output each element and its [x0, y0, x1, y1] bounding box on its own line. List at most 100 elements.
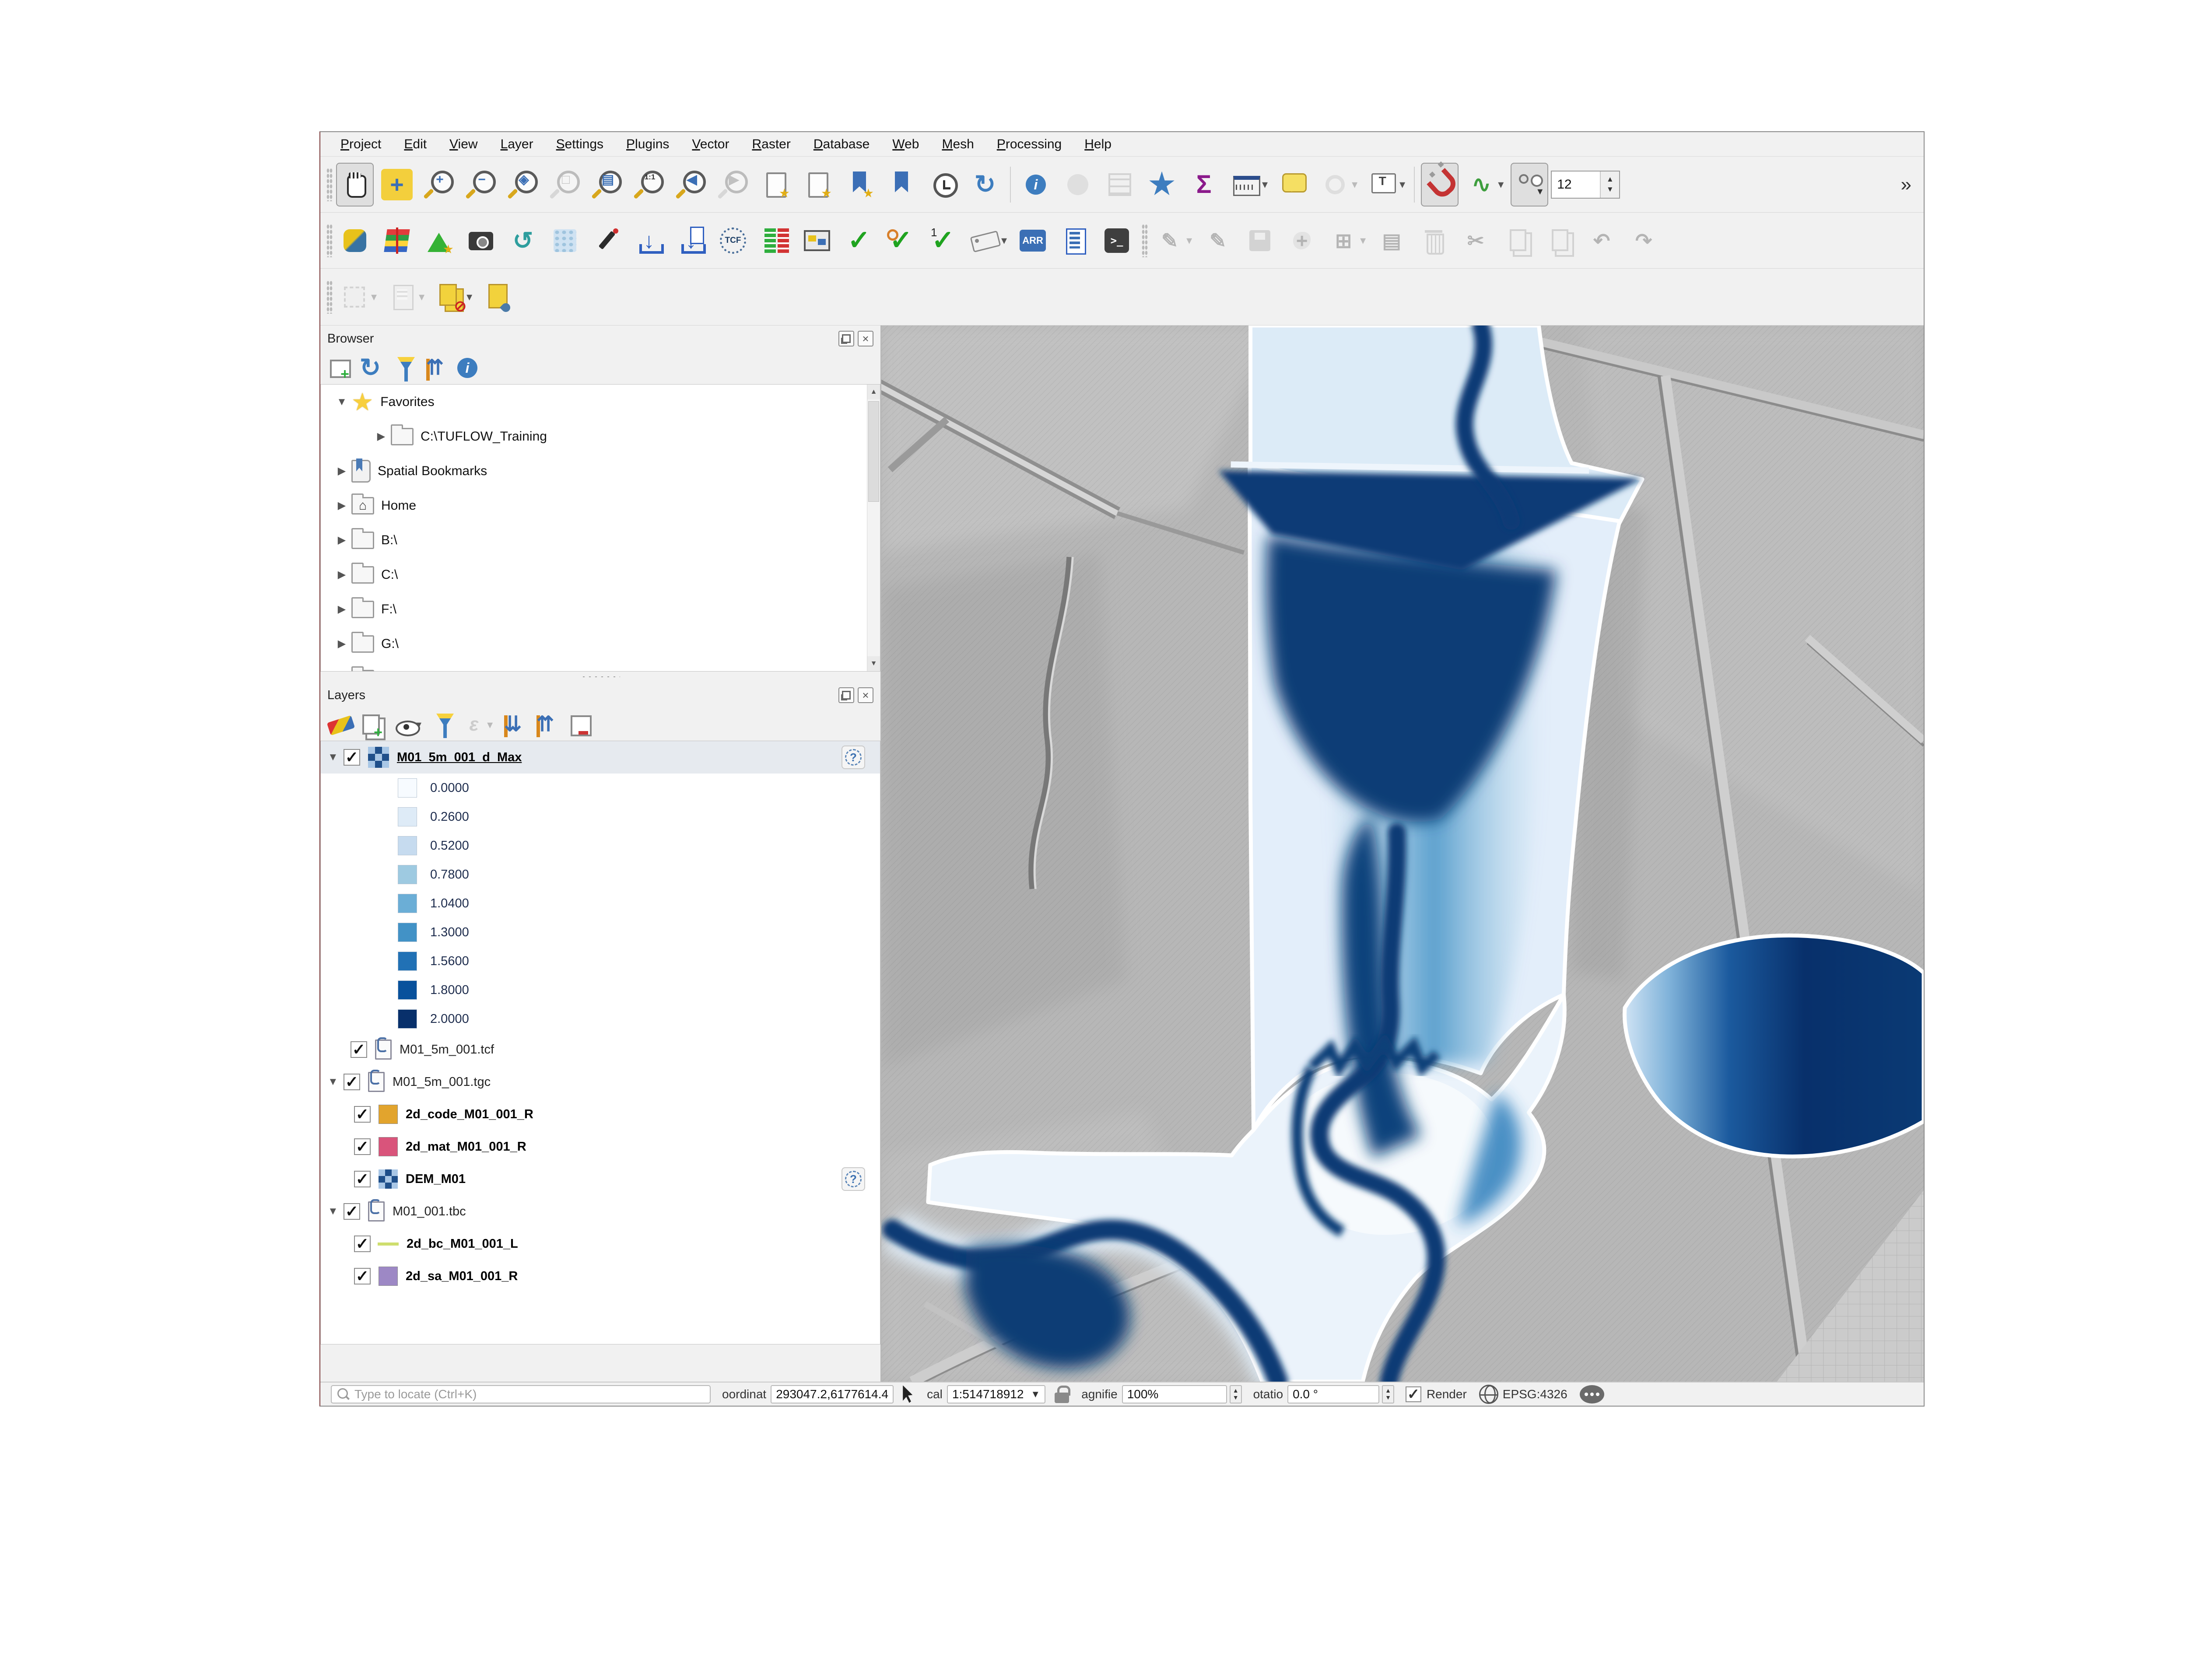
menu-project[interactable]: Project	[329, 133, 393, 156]
open-layer-styling-button[interactable]	[323, 711, 353, 738]
refresh-map-button[interactable]: ↻	[966, 163, 1004, 206]
browser-item-home[interactable]: ▶ ⌂ Home	[321, 488, 880, 523]
toggle-editing-button[interactable]: ✎	[1199, 219, 1237, 262]
cut-features-button[interactable]: ✂	[1457, 219, 1494, 262]
expand-arrow-icon[interactable]: ▶	[332, 534, 351, 546]
import-empty-files-button[interactable]: ↓	[630, 219, 668, 262]
layer-item-2d-sa[interactable]: ✓ 2d_sa_M01_001_R	[321, 1260, 880, 1292]
layer-visibility-checkbox[interactable]: ✓	[354, 1138, 371, 1155]
dropdown-arrow-icon[interactable]: ▾	[1352, 178, 1357, 191]
magnifier-spinbox[interactable]: 100%	[1122, 1385, 1227, 1404]
run-feature-action-button[interactable]	[1059, 163, 1097, 206]
map-canvas[interactable]	[881, 326, 1924, 1382]
expand-arrow-icon[interactable]: ▶	[372, 430, 391, 443]
load-tcf-button[interactable]: TCF	[714, 219, 752, 262]
dropdown-arrow-icon[interactable]: ▾	[1399, 178, 1405, 191]
expand-arrow-icon[interactable]: ▶	[332, 465, 351, 477]
layers-float-button[interactable]	[838, 687, 854, 703]
layer-visibility-checkbox[interactable]: ✓	[354, 1268, 371, 1284]
layer-item-dem[interactable]: ✓ DEM_M01 ?	[321, 1163, 880, 1195]
open-attribute-table-button[interactable]	[1101, 163, 1139, 206]
menu-processing[interactable]: Processing	[985, 133, 1073, 156]
scroll-up-icon[interactable]: ▲	[867, 385, 880, 399]
browser-item-drive-f[interactable]: ▶ F:\	[321, 592, 880, 626]
toolbar-drag-handle[interactable]	[326, 168, 333, 201]
zoom-native-resolution-button[interactable]: 1:1	[630, 163, 668, 206]
zoom-last-button[interactable]: ◀	[672, 163, 710, 206]
filter-legend-button[interactable]	[427, 711, 456, 738]
menu-vector[interactable]: Vector	[680, 133, 740, 156]
zoom-to-selection-button[interactable]: □	[546, 163, 584, 206]
layer-visibility-checkbox[interactable]: ✓	[344, 749, 360, 766]
chevron-down-icon[interactable]: ▼	[1031, 1389, 1040, 1400]
collapse-arrow-icon[interactable]: ▼	[321, 751, 338, 763]
menu-mesh[interactable]: Mesh	[930, 133, 985, 156]
enable-tracing-button[interactable]: ∿ ▾	[1463, 163, 1506, 206]
delete-selected-button[interactable]	[1415, 219, 1452, 262]
dropdown-arrow-icon[interactable]: ▾	[1001, 234, 1007, 247]
collapse-all-button[interactable]: ⇈	[530, 711, 560, 738]
check-numbering-button[interactable]: ✓	[924, 219, 962, 262]
dropdown-arrow-icon[interactable]: ▾	[1186, 234, 1192, 247]
mouse-position-icon[interactable]	[901, 1386, 915, 1403]
render-checkbox[interactable]: ✓	[1406, 1386, 1421, 1402]
menu-web[interactable]: Web	[881, 133, 930, 156]
statistical-summary-button[interactable]: Σ	[1185, 163, 1223, 206]
collapse-all-browser-button[interactable]: ⇈	[420, 354, 450, 382]
expand-arrow-icon[interactable]: ▶	[332, 499, 351, 512]
magnifier-spin-arrows-icon[interactable]: ▲▼	[1230, 1385, 1242, 1404]
pan-to-selection-button[interactable]: +	[378, 163, 416, 206]
new-map-view-button[interactable]	[756, 163, 794, 206]
editor-tool-button[interactable]	[588, 219, 626, 262]
tuflow-utilities-button[interactable]	[756, 219, 794, 262]
add-group-button[interactable]: +	[355, 711, 385, 738]
python-console-button[interactable]	[336, 219, 374, 262]
menu-settings[interactable]: Settings	[545, 133, 615, 156]
expand-arrow-icon[interactable]: ▶	[332, 603, 351, 616]
enable-snapping-button[interactable]	[1421, 163, 1459, 206]
remove-layer-button[interactable]	[563, 711, 593, 738]
snapping-tolerance-value[interactable]: 12	[1552, 177, 1600, 192]
tuflow-viewer-button[interactable]	[378, 219, 416, 262]
deselect-all-button[interactable]: ⊘ ▾	[431, 275, 475, 319]
layer-visibility-checkbox[interactable]: ✓	[344, 1074, 360, 1090]
browser-scrollbar[interactable]: ▲ ▼	[867, 385, 880, 671]
layer-item-mesh-result[interactable]: ▼ ✓ M01_5m_001_d_Max ?	[321, 741, 880, 774]
manage-map-themes-button[interactable]: ▾	[388, 711, 424, 738]
collapse-arrow-icon[interactable]: ▼	[321, 1076, 338, 1088]
paste-features-button[interactable]	[1541, 219, 1578, 262]
enable-properties-widget-button[interactable]: i	[452, 354, 482, 382]
layer-group-tbc[interactable]: ▼ ✓ M01_001.tbc	[321, 1195, 880, 1228]
menu-help[interactable]: Help	[1073, 133, 1123, 156]
browser-item-drive-h[interactable]: ▶ H:\	[321, 661, 880, 672]
show-bookmarks-button[interactable]	[882, 163, 920, 206]
menu-edit[interactable]: Edit	[393, 133, 438, 156]
new-3d-map-view-button[interactable]	[798, 163, 836, 206]
menu-plugins[interactable]: Plugins	[615, 133, 680, 156]
collapse-arrow-icon[interactable]: ▼	[332, 396, 351, 408]
layer-crs-indicator-icon[interactable]: ?	[842, 746, 865, 769]
start-tuflow-console-button[interactable]: >_	[1098, 219, 1136, 262]
measure-button[interactable]: ▾	[1227, 163, 1270, 206]
text-annotation-button[interactable]: T ▾	[1364, 163, 1408, 206]
identify-features-button[interactable]: i	[1017, 163, 1055, 206]
expand-arrow-icon[interactable]: ▶	[332, 637, 351, 650]
increment-selected-layer-button[interactable]	[420, 219, 458, 262]
pan-map-button[interactable]	[336, 163, 374, 206]
crs-status-button[interactable]: EPSG:4326	[1503, 1387, 1567, 1401]
dropdown-arrow-icon[interactable]: ▾	[419, 290, 424, 304]
browser-float-button[interactable]	[838, 331, 854, 346]
insert-tuflow-attributes-button[interactable]	[798, 219, 836, 262]
map-tips-button[interactable]	[1275, 163, 1312, 206]
browser-item-spatial-bookmarks[interactable]: ▶ Spatial Bookmarks	[321, 454, 880, 488]
layer-item-2d-code[interactable]: ✓ 2d_code_M01_001_R	[321, 1098, 880, 1130]
zoom-in-button[interactable]: +	[420, 163, 458, 206]
layer-visibility-checkbox[interactable]: ✓	[344, 1203, 360, 1220]
coordinate-input[interactable]: 293047.2,6177614.4	[771, 1385, 894, 1404]
browser-item-tuflow-training[interactable]: ▶ C:\TUFLOW_Training	[321, 419, 880, 454]
dropdown-arrow-icon[interactable]: ▾	[1262, 178, 1268, 191]
spin-arrows-icon[interactable]: ▲▼	[1600, 172, 1619, 198]
filter-by-expression-button[interactable]: ε ▾	[459, 711, 495, 738]
layer-group-tcf[interactable]: ✓ M01_5m_001.tcf	[321, 1033, 880, 1066]
messages-bubble-icon[interactable]	[1580, 1385, 1604, 1404]
